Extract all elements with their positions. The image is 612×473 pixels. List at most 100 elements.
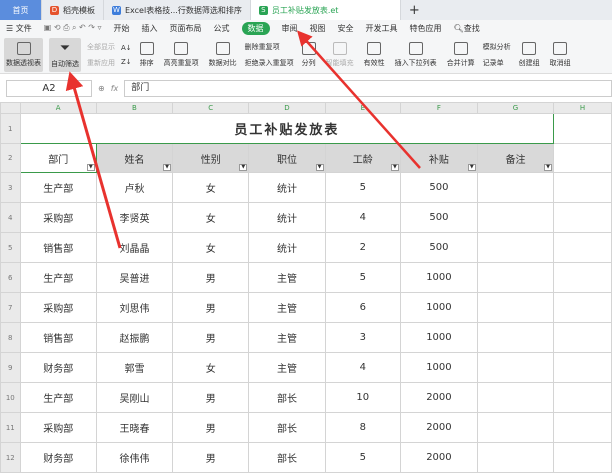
cell[interactable]: 吴刚山: [95, 382, 174, 413]
cell[interactable]: 4: [324, 202, 401, 233]
select-all-corner[interactable]: [0, 102, 21, 114]
cell[interactable]: 王晓春: [95, 412, 174, 443]
cell[interactable]: 500: [399, 202, 478, 233]
cell[interactable]: 1000: [399, 262, 478, 293]
cell[interactable]: 采购部: [19, 292, 97, 323]
row-header[interactable]: 11: [0, 412, 21, 443]
row-header[interactable]: 4: [0, 202, 21, 233]
cell[interactable]: [476, 412, 555, 443]
cell[interactable]: 财务部: [19, 442, 97, 473]
cell[interactable]: [553, 143, 612, 173]
menu-review[interactable]: 审阅: [282, 23, 298, 34]
cell[interactable]: 5: [324, 442, 401, 473]
cell[interactable]: 3: [324, 322, 401, 353]
formula-input[interactable]: 部门: [124, 79, 612, 97]
column-header[interactable]: H: [553, 102, 612, 114]
cell[interactable]: [553, 352, 612, 383]
menu-insert[interactable]: 插入: [142, 23, 158, 34]
cell[interactable]: 部长: [248, 442, 326, 473]
data-compare-button[interactable]: 数据对比: [207, 38, 239, 72]
column-header[interactable]: D: [248, 102, 326, 114]
row-header[interactable]: 10: [0, 382, 21, 413]
cell[interactable]: 2000: [399, 382, 478, 413]
ungroup-button[interactable]: 取消组: [548, 38, 573, 72]
new-tab-button[interactable]: +: [401, 0, 428, 20]
cell[interactable]: 女: [172, 232, 250, 263]
cell[interactable]: 10: [324, 382, 401, 413]
cell[interactable]: 徐伟伟: [95, 442, 174, 473]
cell[interactable]: 刘思伟: [95, 292, 174, 323]
menu-data[interactable]: 数据: [241, 21, 270, 35]
quick-access-icons[interactable]: ▣ ⟲ ⎙ ⌕ ↶ ↷ ▿: [44, 23, 102, 33]
fx-label[interactable]: fx: [111, 84, 119, 93]
cell[interactable]: 女: [172, 172, 250, 203]
cell[interactable]: [553, 202, 612, 233]
column-header[interactable]: E: [324, 102, 401, 114]
tab-docer[interactable]: D 稻壳模板: [42, 0, 104, 20]
filter-dropdown-icon[interactable]: ▼: [163, 164, 172, 171]
cell[interactable]: 500: [399, 172, 478, 203]
column-header[interactable]: B: [95, 102, 174, 114]
cell[interactable]: 2000: [399, 442, 478, 473]
cell[interactable]: 统计: [248, 172, 326, 203]
simulate-analysis-button[interactable]: 模拟分析: [483, 42, 511, 52]
cell[interactable]: 2: [324, 232, 401, 263]
cell[interactable]: 主管: [248, 322, 326, 353]
menu-developer[interactable]: 开发工具: [366, 23, 398, 34]
cell[interactable]: 采购部: [19, 412, 97, 443]
menu-file[interactable]: ☰ 文件: [6, 23, 32, 34]
menu-page-layout[interactable]: 页面布局: [170, 23, 202, 34]
remove-duplicates-button[interactable]: 删除重复项: [245, 42, 294, 52]
cell[interactable]: 赵振鹏: [95, 322, 174, 353]
cell[interactable]: 统计: [248, 202, 326, 233]
filter-dropdown-icon[interactable]: ▼: [315, 164, 324, 171]
cell[interactable]: [476, 232, 555, 263]
row-header[interactable]: 5: [0, 232, 21, 263]
cell[interactable]: [476, 292, 555, 323]
header-cell[interactable]: 性别 ▼: [172, 143, 250, 173]
cell[interactable]: 部长: [248, 382, 326, 413]
header-cell[interactable]: 部门 ▼: [19, 143, 97, 173]
menu-security[interactable]: 安全: [338, 23, 354, 34]
cell[interactable]: [476, 202, 555, 233]
cell[interactable]: 生产部: [19, 262, 97, 293]
validity-button[interactable]: 有效性: [362, 38, 387, 72]
header-cell[interactable]: 姓名 ▼: [95, 143, 174, 173]
reject-duplicates-button[interactable]: 拒绝录入重复项: [245, 58, 294, 68]
filter-dropdown-icon[interactable]: ▼: [239, 164, 248, 171]
cell[interactable]: 1000: [399, 292, 478, 323]
reapply-button[interactable]: 重新应用: [87, 58, 115, 68]
cell[interactable]: 男: [172, 442, 250, 473]
cell[interactable]: [553, 262, 612, 293]
header-cell[interactable]: 备注 ▼: [476, 143, 555, 173]
cell[interactable]: 李贤英: [95, 202, 174, 233]
column-header[interactable]: C: [172, 102, 250, 114]
header-cell[interactable]: 工龄 ▼: [324, 143, 401, 173]
cell[interactable]: 主管: [248, 262, 326, 293]
sort-asc-icon[interactable]: A↓: [121, 44, 132, 52]
zoom-icon[interactable]: ⊕: [98, 84, 105, 93]
menu-view[interactable]: 视图: [310, 23, 326, 34]
cell[interactable]: 财务部: [19, 352, 97, 383]
cell[interactable]: 生产部: [19, 172, 97, 203]
row-header[interactable]: 7: [0, 292, 21, 323]
filter-dropdown-icon[interactable]: ▼: [467, 164, 476, 171]
cell[interactable]: 女: [172, 352, 250, 383]
highlight-duplicates-button[interactable]: 高亮重复项: [162, 38, 201, 72]
autofilter-button[interactable]: ⏷ 自动筛选: [49, 37, 81, 72]
cell[interactable]: [553, 232, 612, 263]
cell[interactable]: [476, 382, 555, 413]
cell[interactable]: 销售部: [19, 322, 97, 353]
menu-home[interactable]: 开始: [114, 23, 130, 34]
cell[interactable]: [553, 113, 612, 144]
row-header[interactable]: 6: [0, 262, 21, 293]
create-group-button[interactable]: 创建组: [517, 38, 542, 72]
row-header[interactable]: 8: [0, 322, 21, 353]
cell[interactable]: [476, 322, 555, 353]
cell[interactable]: 男: [172, 322, 250, 353]
header-cell[interactable]: 补贴 ▼: [399, 143, 478, 173]
consolidate-button[interactable]: 合并计算: [445, 38, 477, 72]
cell[interactable]: 采购部: [19, 202, 97, 233]
row-header[interactable]: 1: [0, 113, 21, 144]
cell[interactable]: 男: [172, 292, 250, 323]
